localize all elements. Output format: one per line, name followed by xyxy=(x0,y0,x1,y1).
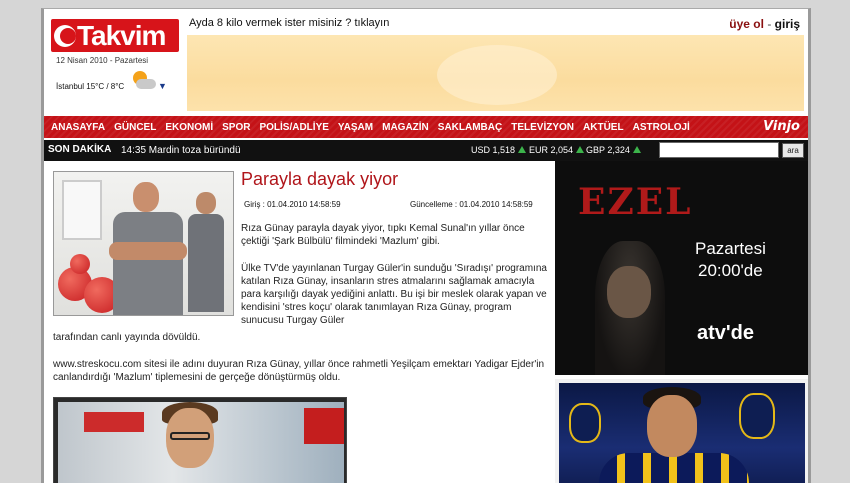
nav-item-anasayfa[interactable]: ANASAYFA xyxy=(44,122,105,133)
search-button[interactable]: ara xyxy=(782,143,804,158)
up-arrow-icon xyxy=(518,146,527,153)
gbp-rate: GBP 2,324 xyxy=(586,145,641,155)
ad-actor-face xyxy=(607,266,651,318)
usd-rate: USD 1,518 xyxy=(471,145,527,155)
video-background-screen xyxy=(84,412,144,432)
promo-link[interactable]: Ayda 8 kilo vermek ister misiniz ? tıkla… xyxy=(189,17,389,29)
breaking-news-item[interactable]: 14:35 Mardin toza büründü xyxy=(121,145,241,156)
usd-rate-text: USD 1,518 xyxy=(471,145,516,155)
article-title: Parayla dayak yiyor xyxy=(241,169,399,189)
reflection-body xyxy=(188,214,224,312)
search-input[interactable] xyxy=(659,142,779,158)
signin-link[interactable]: giriş xyxy=(775,17,800,31)
nav-item-saklambac[interactable]: SAKLAMBAÇ xyxy=(431,122,502,133)
top-banner-ad[interactable] xyxy=(187,35,804,111)
reflection-head xyxy=(196,192,216,214)
breaking-news-label: SON DAKİKA xyxy=(48,144,112,155)
login-links: üye ol - giriş xyxy=(729,17,800,31)
entry-date: Giriş : 01.04.2010 14:58:59 xyxy=(244,200,341,209)
updated-date: Güncelleme : 01.04.2010 14:58:59 xyxy=(410,200,533,209)
player-hand xyxy=(569,403,601,443)
nav-item-televizyon[interactable]: TELEVİZYON xyxy=(504,122,574,133)
takvim-logo[interactable]: Takvim xyxy=(51,19,179,52)
nav-item-polis-adliye[interactable]: POLİS/ADLİYE xyxy=(252,122,328,133)
nav-item-magazin[interactable]: MAGAZİN xyxy=(375,122,429,133)
player-hand xyxy=(739,393,775,439)
presenter-glasses xyxy=(170,432,210,440)
ezel-ad[interactable]: EZEL Pazartesi 20:00'de atv'de xyxy=(555,161,808,375)
cloud-icon xyxy=(136,79,156,89)
article-video[interactable] xyxy=(53,397,347,483)
login-separator: - xyxy=(763,17,775,31)
ad-title: EZEL xyxy=(578,181,693,223)
article-photo xyxy=(53,171,234,316)
breaking-news-bar: SON DAKİKA 14:35 Mardin toza büründü USD… xyxy=(44,140,808,161)
nav-item-yasam[interactable]: YAŞAM xyxy=(331,122,373,133)
weather-dropdown-icon[interactable]: ▼ xyxy=(158,81,167,91)
article-paragraph-1: Rıza Günay parayla dayak yiyor, tıpkı Ke… xyxy=(241,223,525,247)
weather-text: İstanbul 15°C / 8°C xyxy=(56,82,125,91)
vinjo-logo[interactable]: Vinjo xyxy=(763,119,800,134)
page: Takvim 12 Nisan 2010 - Pazartesi İstanbu… xyxy=(41,8,811,483)
register-link[interactable]: üye ol xyxy=(729,17,764,31)
nav-item-spor[interactable]: SPOR xyxy=(215,122,250,133)
article-paragraph-3: www.streskocu.com sitesi ile adını duyur… xyxy=(53,359,545,383)
man-reflection xyxy=(186,192,226,312)
nav-item-ekonomi[interactable]: EKONOMİ xyxy=(158,122,213,133)
up-arrow-icon xyxy=(632,146,641,153)
nav-item-aktuel[interactable]: AKTÜEL xyxy=(576,122,624,133)
current-date: 12 Nisan 2010 - Pazartesi xyxy=(56,56,149,65)
player-face xyxy=(647,395,697,457)
ad-time: 20:00'de xyxy=(698,261,763,280)
logo-text: Takvim xyxy=(77,20,166,51)
man-body xyxy=(113,212,183,315)
man-head xyxy=(133,182,159,212)
man-figure xyxy=(109,182,187,315)
gbp-rate-text: GBP 2,324 xyxy=(586,145,630,155)
up-arrow-icon xyxy=(576,146,585,153)
player-shirt xyxy=(599,453,749,483)
photo-window xyxy=(62,180,102,240)
eur-rate: EUR 2,054 xyxy=(529,145,585,155)
video-background-screen xyxy=(304,408,344,444)
main-nav: ANASAYFA GÜNCEL EKONOMİ SPOR POLİS/ADLİY… xyxy=(44,116,808,138)
ad-day: Pazartesi xyxy=(695,239,766,258)
ad-channel: atv'de xyxy=(697,322,755,344)
football-ad[interactable] xyxy=(555,379,808,483)
eur-rate-text: EUR 2,054 xyxy=(529,145,574,155)
nav-item-astroloji[interactable]: ASTROLOJİ xyxy=(626,122,690,133)
man-arms xyxy=(109,242,187,260)
article-paragraph-2-end: tarafından canlı yayında dövüldü. xyxy=(53,332,201,343)
exercise-ball xyxy=(70,254,90,274)
article-paragraph-2: Ülke TV'de yayınlanan Turgay Güler'in su… xyxy=(241,263,547,326)
nav-item-guncel[interactable]: GÜNCEL xyxy=(107,122,156,133)
flag-icon xyxy=(54,25,76,47)
football-ad-image xyxy=(559,383,805,483)
